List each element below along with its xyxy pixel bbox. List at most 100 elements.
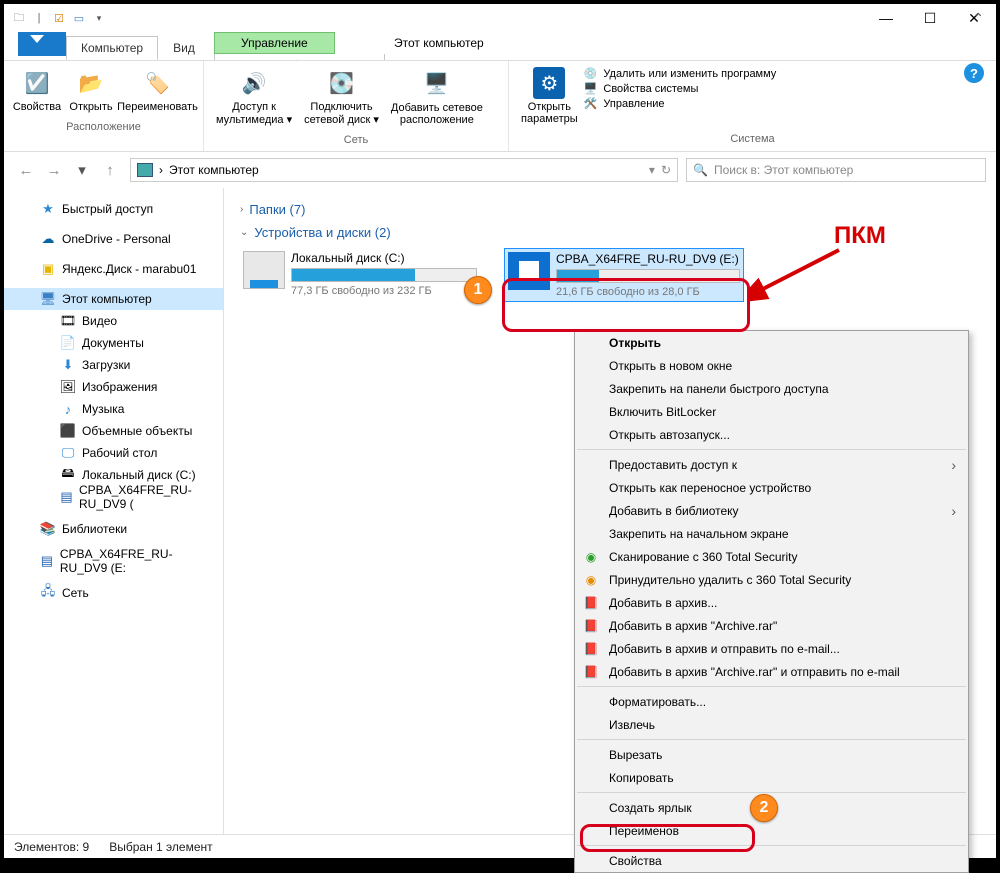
cm-share[interactable]: Предоставить доступ к [575, 453, 968, 476]
group-location-label: Расположение [4, 119, 203, 137]
cm-rar-add2-label: Добавить в архив "Archive.rar" [609, 619, 777, 633]
cm-rar-add2[interactable]: 📕Добавить в архив "Archive.rar" [575, 614, 968, 637]
cm-properties[interactable]: Свойства [575, 849, 968, 872]
cm-del360-label: Принудительно удалить с 360 Total Securi… [609, 573, 851, 587]
ribbon-sysprops[interactable]: 🖥️Свойства системы [584, 82, 777, 95]
ribbon-media[interactable]: 🔊Доступ к мультимедиа ▾ [210, 65, 298, 128]
cm-pin-quick[interactable]: Закрепить на панели быстрого доступа [575, 377, 968, 400]
cm-rar-mail-label: Добавить в архив и отправить по e-mail..… [609, 642, 840, 656]
ribbon-uninstall[interactable]: 💿Удалить или изменить программу [584, 67, 777, 80]
nav-cpba[interactable]: ▤CPBA_X64FRE_RU-RU_DV9 ( [4, 486, 223, 508]
drive-e[interactable]: CPBA_X64FRE_RU-RU_DV9 (E:) 21,6 ГБ свобо… [504, 248, 744, 302]
nav-3d-label: Объемные объекты [82, 424, 192, 438]
cm-autoplay[interactable]: Открыть автозапуск... [575, 423, 968, 446]
qat-dropdown-icon[interactable]: ▾ [90, 9, 108, 27]
cm-portable[interactable]: Открыть как переносное устройство [575, 476, 968, 499]
ribbon-netplace[interactable]: 🖥️Добавить сетевое расположение [385, 65, 489, 128]
nav-libraries[interactable]: 📚Библиотеки [4, 518, 223, 540]
search-input[interactable]: 🔍 Поиск в: Этот компьютер [686, 158, 986, 182]
nav-thispc[interactable]: 🖥Этот компьютер [4, 288, 223, 310]
ribbon-sysmanage[interactable]: 🛠️Управление [584, 97, 777, 110]
address-bar[interactable]: › Этот компьютер ▾ ↻ [130, 158, 678, 182]
nav-yadisk[interactable]: ▣Яндекс.Диск - marabu01 [4, 258, 223, 280]
winrar-icon: 📕 [583, 595, 599, 611]
nav-quick-access[interactable]: ★Быстрый доступ [4, 198, 223, 220]
cm-cut[interactable]: Вырезать [575, 743, 968, 766]
cm-separator [577, 739, 966, 740]
minimize-button[interactable]: — [864, 4, 908, 32]
file-tab[interactable] [18, 32, 66, 56]
cm-separator [577, 845, 966, 846]
ribbon-properties[interactable]: ☑️Свойства [10, 65, 64, 115]
ribbon-settings[interactable]: ⚙Открыть параметры [515, 65, 584, 127]
navigation-pane: ★Быстрый доступ ☁OneDrive - Personal ▣Ян… [4, 188, 224, 834]
nav-pictures[interactable]: 🖼Изображения [4, 376, 223, 398]
nav-3d[interactable]: ⬛ Объемные объекты [4, 420, 223, 442]
tab-manage[interactable]: Управление [214, 32, 335, 54]
breadcrumb[interactable]: Этот компьютер [169, 163, 259, 177]
check-icon[interactable]: ☑ [50, 9, 68, 27]
cm-separator [577, 449, 966, 450]
nav-yadisk-label: Яндекс.Диск - marabu01 [62, 262, 196, 276]
view-mini-icon[interactable]: ▭ [70, 9, 88, 27]
nav-cpba2[interactable]: ▤CPBA_X64FRE_RU-RU_DV9 (E: [4, 550, 223, 572]
cm-open-new[interactable]: Открыть в новом окне [575, 354, 968, 377]
arrow-annotation [749, 244, 849, 304]
nav-onedrive[interactable]: ☁OneDrive - Personal [4, 228, 223, 250]
cm-del360[interactable]: ◉Принудительно удалить с 360 Total Secur… [575, 568, 968, 591]
drive-e-name: CPBA_X64FRE_RU-RU_DV9 (E:) [556, 252, 740, 266]
cm-separator [577, 792, 966, 793]
winrar-icon-4: 📕 [583, 664, 599, 680]
pc-nav-icon: 🖥 [40, 291, 56, 307]
cm-extract[interactable]: Извлечь [575, 713, 968, 736]
drive-c[interactable]: Локальный диск (C:) 77,3 ГБ свободно из … [240, 248, 480, 302]
cm-rar-mail2-label: Добавить в архив "Archive.rar" и отправи… [609, 665, 900, 679]
cm-share-label: Предоставить доступ к [609, 458, 737, 472]
install-media-icon [508, 252, 550, 290]
cm-rename[interactable]: Переименов [575, 819, 968, 842]
nav-video[interactable]: 🎞Видео [4, 310, 223, 332]
cm-rar-mail[interactable]: 📕Добавить в архив и отправить по e-mail.… [575, 637, 968, 660]
nav-libraries-label: Библиотеки [62, 522, 127, 536]
cm-copy[interactable]: Копировать [575, 766, 968, 789]
history-dropdown[interactable]: ▾ [70, 158, 94, 182]
tab-view[interactable]: Вид [158, 36, 210, 60]
drive-c-sub: 77,3 ГБ свободно из 232 ГБ [291, 285, 477, 297]
cube-icon: ⬛ [60, 423, 76, 439]
cm-pin-start[interactable]: Закрепить на начальном экране [575, 522, 968, 545]
nav-desktop[interactable]: 🖵Рабочий стол [4, 442, 223, 464]
ribbon-sysprops-label: Свойства системы [603, 83, 698, 95]
cm-open[interactable]: Открыть [575, 331, 968, 354]
help-icon[interactable]: ? [964, 63, 984, 83]
up-button[interactable]: ↑ [98, 158, 122, 182]
cm-format[interactable]: Форматировать... [575, 690, 968, 713]
cm-bitlocker[interactable]: Включить BitLocker [575, 400, 968, 423]
section-folders[interactable]: ›Папки (7) [240, 202, 980, 217]
cm-bitlocker-label: Включить BitLocker [609, 405, 716, 419]
ribbon-open[interactable]: 📂Открыть [64, 65, 118, 115]
cm-rar-mail2[interactable]: 📕 Добавить в архив "Archive.rar" и отправ… [575, 660, 968, 683]
nav-localc-label: Локальный диск (C:) [82, 468, 196, 482]
search-placeholder: Поиск в: Этот компьютер [714, 163, 853, 177]
nav-network[interactable]: 🖧Сеть [4, 582, 223, 604]
nav-downloads-label: Загрузки [82, 358, 130, 372]
nav-music[interactable]: ♪ Музыка [4, 398, 223, 420]
cm-rename-label: Переименов [609, 824, 679, 838]
cm-library[interactable]: Добавить в библиотеку [575, 499, 968, 522]
context-menu: Открыть Открыть в новом окне Закрепить н… [574, 330, 969, 873]
ribbon-netdrive[interactable]: 💽Подключить сетевой диск ▾ [298, 65, 385, 128]
tab-computer[interactable]: Компьютер [66, 36, 158, 60]
cm-rar-add[interactable]: 📕Добавить в архив... [575, 591, 968, 614]
nav-downloads[interactable]: ⬇Загрузки [4, 354, 223, 376]
maximize-button[interactable]: ☐ [908, 4, 952, 32]
nav-music-label: Музыка [82, 402, 124, 416]
nav-docs[interactable]: 📄Документы [4, 332, 223, 354]
music-icon: ♪ [60, 401, 76, 417]
section-drives-label: Устройства и диски (2) [254, 225, 390, 240]
nav-desktop-label: Рабочий стол [82, 446, 157, 460]
forward-button[interactable]: → [42, 158, 66, 182]
ribbon-rename[interactable]: 🏷️Переименовать [118, 65, 197, 115]
cm-scan360[interactable]: ◉Сканирование с 360 Total Security [575, 545, 968, 568]
ribbon-collapse-icon[interactable]: ⌃ [972, 10, 984, 27]
back-button[interactable]: ← [14, 158, 38, 182]
